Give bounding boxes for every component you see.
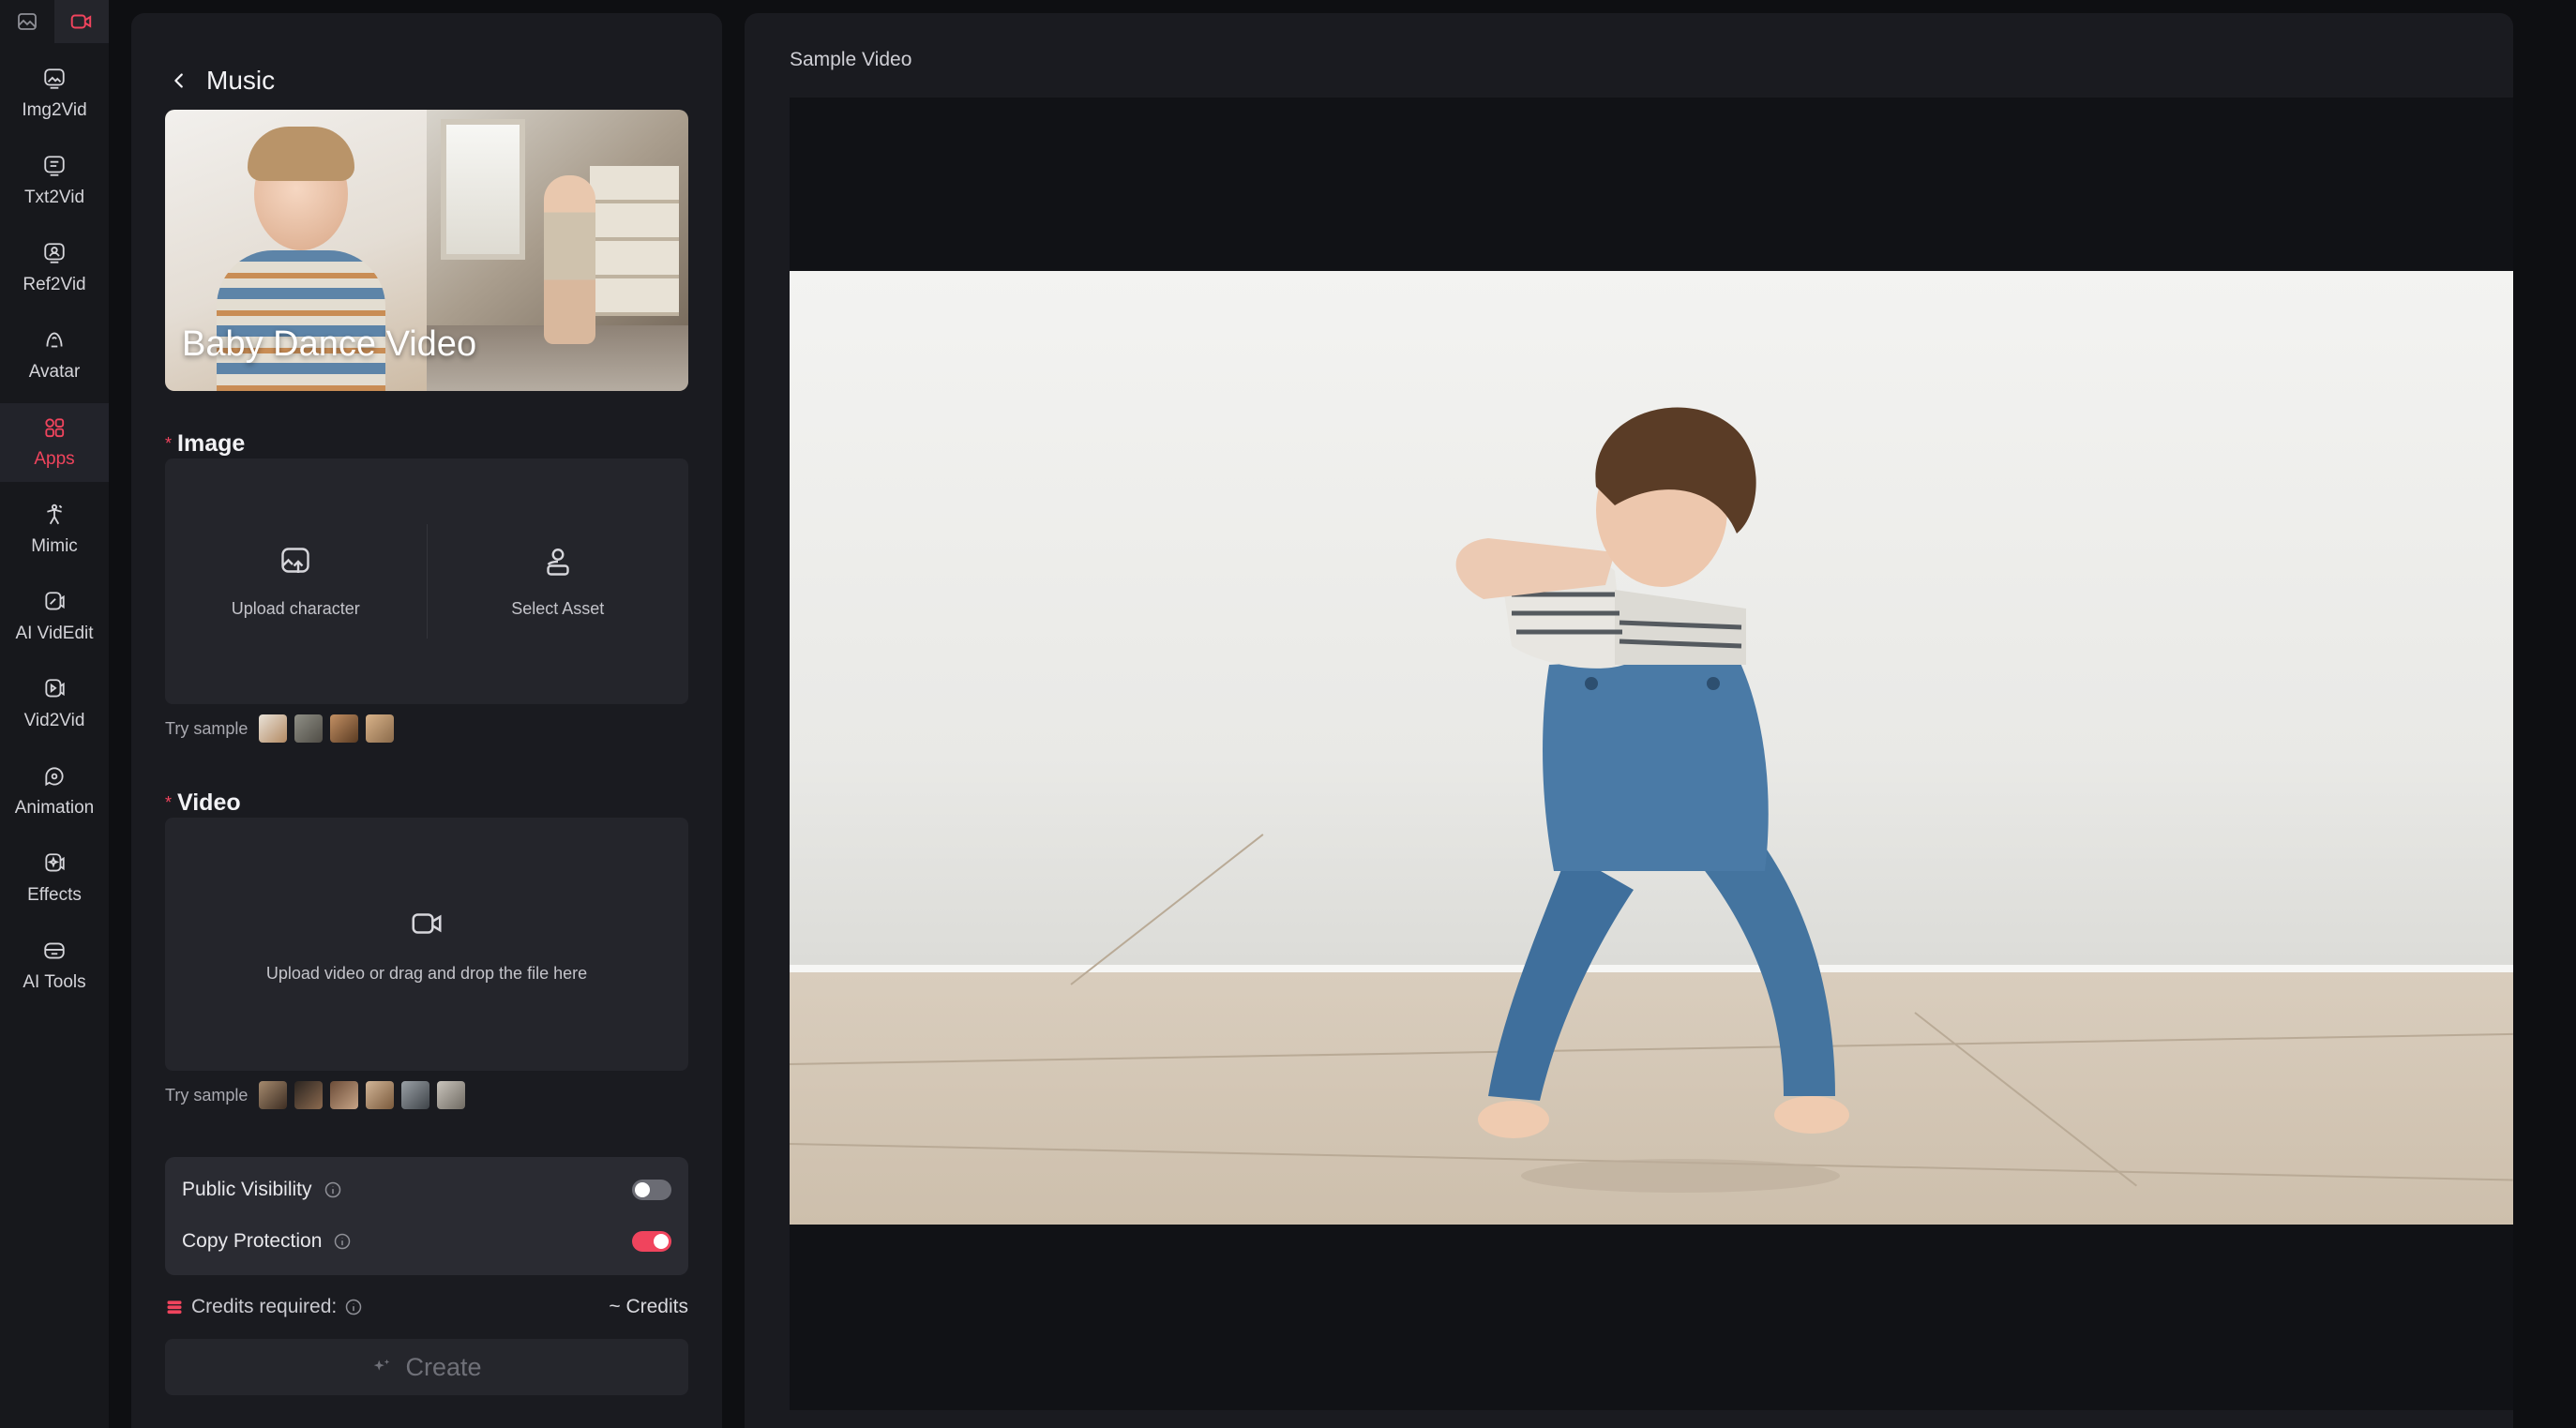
image-icon: [18, 13, 37, 30]
public-visibility-row: Public Visibility: [182, 1176, 671, 1204]
mimic-icon: [47, 504, 63, 525]
video-edit-icon: [45, 592, 65, 610]
video-sample-thumb[interactable]: [294, 1081, 324, 1109]
create-button[interactable]: Create: [165, 1339, 688, 1395]
try-sample-label: Try sample: [165, 718, 249, 738]
rail-item-label: Effects: [27, 885, 82, 905]
text-video-icon: [44, 156, 65, 176]
rail-item-vid2vid[interactable]: Vid2Vid: [0, 665, 109, 744]
rail-item-avatar[interactable]: Avatar: [0, 316, 109, 395]
image-sample-thumb[interactable]: [366, 714, 395, 743]
coins-icon: [167, 1300, 182, 1315]
rail-item-label: Mimic: [31, 536, 78, 556]
required-marker: *: [165, 434, 173, 453]
preview-pane: Sample Video: [745, 13, 2513, 1428]
back-button[interactable]: Music: [169, 62, 275, 99]
preview-title: Sample Video: [790, 49, 912, 70]
select-asset-button[interactable]: Select Asset: [428, 458, 689, 704]
tools-icon: [44, 942, 65, 959]
video-label-text: Video: [177, 789, 241, 816]
panel-title: Music: [206, 66, 276, 95]
try-sample-label: Try sample: [165, 1085, 249, 1105]
upload-character-button[interactable]: Upload character: [165, 458, 427, 704]
sparkle-icon: [374, 1359, 390, 1371]
rail-item-label: Txt2Vid: [23, 188, 85, 207]
banner-title: Baby Dance Video: [182, 324, 477, 364]
animation-icon: [45, 767, 64, 787]
video-sample-thumb[interactable]: [437, 1081, 466, 1109]
video-sample-thumb[interactable]: [259, 1081, 288, 1109]
apps-icon: [45, 418, 65, 438]
reference-video-icon: [44, 243, 65, 263]
image-try-sample-row: Try sample: [165, 714, 395, 743]
video-camera-icon: [70, 14, 92, 29]
video-camera-icon: [412, 912, 442, 934]
video-video-icon: [45, 679, 65, 698]
rail-item-label: AI VidEdit: [15, 624, 94, 643]
dancing-toddler-image: [1455, 407, 1849, 1193]
rail-item-label: Avatar: [28, 362, 81, 382]
copy-protection-label: Copy Protection: [182, 1230, 323, 1252]
required-marker: *: [165, 793, 173, 812]
rail-item-mimic[interactable]: Mimic: [0, 490, 109, 569]
image-label-text: Image: [177, 430, 246, 457]
upload-character-label: Upload character: [231, 598, 360, 618]
app-root: Img2Vid Txt2Vid Ref2Vid Avatar Apps Mimi…: [0, 0, 2576, 1428]
rail-item-animation[interactable]: Animation: [0, 752, 109, 831]
rail-item-img2vid[interactable]: Img2Vid: [0, 54, 109, 133]
side-rail: Img2Vid Txt2Vid Ref2Vid Avatar Apps Mimi…: [0, 0, 109, 1428]
avatar-icon: [46, 332, 63, 348]
create-label: Create: [405, 1352, 482, 1381]
image-sample-thumb[interactable]: [294, 714, 324, 743]
rail-item-label: Animation: [14, 798, 95, 818]
video-upload-box[interactable]: Upload video or drag and drop the file h…: [165, 818, 688, 1071]
app-config-panel: Music Baby Dance Video * Image Upload ch…: [131, 13, 722, 1428]
info-icon[interactable]: [324, 1180, 342, 1199]
rail-item-label: Ref2Vid: [23, 275, 86, 294]
sample-video-frame[interactable]: [790, 271, 2513, 1225]
copy-protection-row: Copy Protection: [182, 1227, 671, 1255]
rail-item-ref2vid[interactable]: Ref2Vid: [0, 229, 109, 308]
image-video-icon: [44, 68, 65, 89]
info-icon[interactable]: [344, 1298, 363, 1316]
rail-item-label: AI Tools: [23, 972, 86, 992]
chevron-left-icon: [174, 73, 183, 88]
upload-video-label: Upload video or drag and drop the file h…: [265, 963, 588, 983]
video-try-sample-row: Try sample: [165, 1081, 466, 1109]
copy-protection-toggle[interactable]: [632, 1231, 671, 1252]
rail-item-label: Vid2Vid: [23, 711, 85, 730]
rail-item-apps[interactable]: Apps: [0, 403, 109, 482]
video-sample-thumb[interactable]: [330, 1081, 359, 1109]
video-section-label: * Video: [165, 789, 241, 817]
image-sample-thumb[interactable]: [330, 714, 359, 743]
rail-item-label: Img2Vid: [22, 100, 87, 120]
person-asset-icon: [547, 548, 569, 576]
credits-value: ~ Credits: [609, 1296, 688, 1317]
rail-item-label: Apps: [34, 449, 75, 469]
rail-item-ai-videdit[interactable]: AI VidEdit: [0, 578, 109, 656]
image-upload-box: Upload character Select Asset: [165, 458, 688, 704]
upload-image-icon: [281, 547, 309, 573]
app-banner: Baby Dance Video: [165, 110, 688, 391]
public-visibility-toggle[interactable]: [632, 1180, 671, 1200]
video-mode-tab[interactable]: [54, 0, 109, 43]
credits-label: Credits required:: [191, 1296, 338, 1317]
image-sample-thumb[interactable]: [259, 714, 288, 743]
video-sample-thumb[interactable]: [401, 1081, 430, 1109]
rail-item-txt2vid[interactable]: Txt2Vid: [0, 142, 109, 220]
rail-item-effects[interactable]: Effects: [0, 839, 109, 918]
select-asset-label: Select Asset: [511, 598, 605, 618]
rail-top-tabs: [0, 0, 109, 43]
video-sample-thumb[interactable]: [366, 1081, 395, 1109]
upload-video-dropzone[interactable]: Upload video or drag and drop the file h…: [165, 818, 688, 1071]
settings-card: Public Visibility Copy Protection: [165, 1157, 688, 1275]
rail-item-ai-tools[interactable]: AI Tools: [0, 926, 109, 1005]
credits-row: Credits required: ~ Credits: [165, 1292, 688, 1322]
image-section-label: * Image: [165, 430, 245, 458]
effects-icon: [45, 853, 65, 872]
image-mode-tab[interactable]: [0, 0, 54, 43]
info-icon[interactable]: [333, 1232, 352, 1251]
public-visibility-label: Public Visibility: [182, 1179, 312, 1200]
